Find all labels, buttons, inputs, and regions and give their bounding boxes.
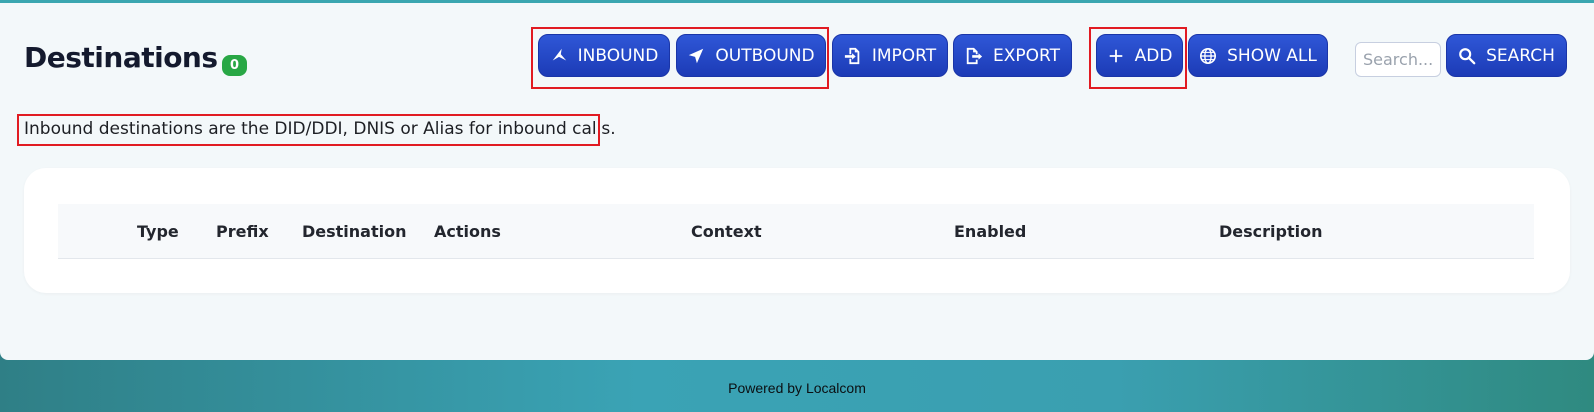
highlight-box-add [1089,27,1187,89]
search-button[interactable]: SEARCH [1446,34,1567,77]
file-import-icon [844,47,860,64]
file-export-icon [966,47,983,64]
export-button[interactable]: EXPORT [953,34,1072,77]
search-input[interactable] [1355,42,1441,77]
count-badge: 0 [222,55,247,76]
highlight-box-description [17,114,600,146]
main-panel: Destinations 0 INBOUND OUTBOUND IMPORT E… [0,3,1594,360]
column-header-actions[interactable]: Actions [434,204,501,259]
show-all-button-label: SHOW ALL [1227,45,1317,66]
export-button-label: EXPORT [993,45,1060,66]
magnifier-icon [1459,47,1476,64]
column-header-description[interactable]: Description [1219,204,1322,259]
highlight-box-direction [531,27,829,89]
column-header-destination[interactable]: Destination [302,204,407,259]
table-header-row: Type Prefix Destination Actions Context … [58,204,1534,259]
column-header-type[interactable]: Type [137,204,179,259]
page-title: Destinations [24,41,218,74]
column-header-prefix[interactable]: Prefix [216,204,269,259]
column-header-enabled[interactable]: Enabled [954,204,1026,259]
globe-icon [1200,47,1217,64]
import-button[interactable]: IMPORT [832,34,948,77]
show-all-button[interactable]: SHOW ALL [1188,34,1328,77]
footer-powered-by: Powered by Localcom [728,380,866,396]
column-header-context[interactable]: Context [691,204,762,259]
search-button-label: SEARCH [1486,45,1555,66]
import-button-label: IMPORT [871,45,937,66]
